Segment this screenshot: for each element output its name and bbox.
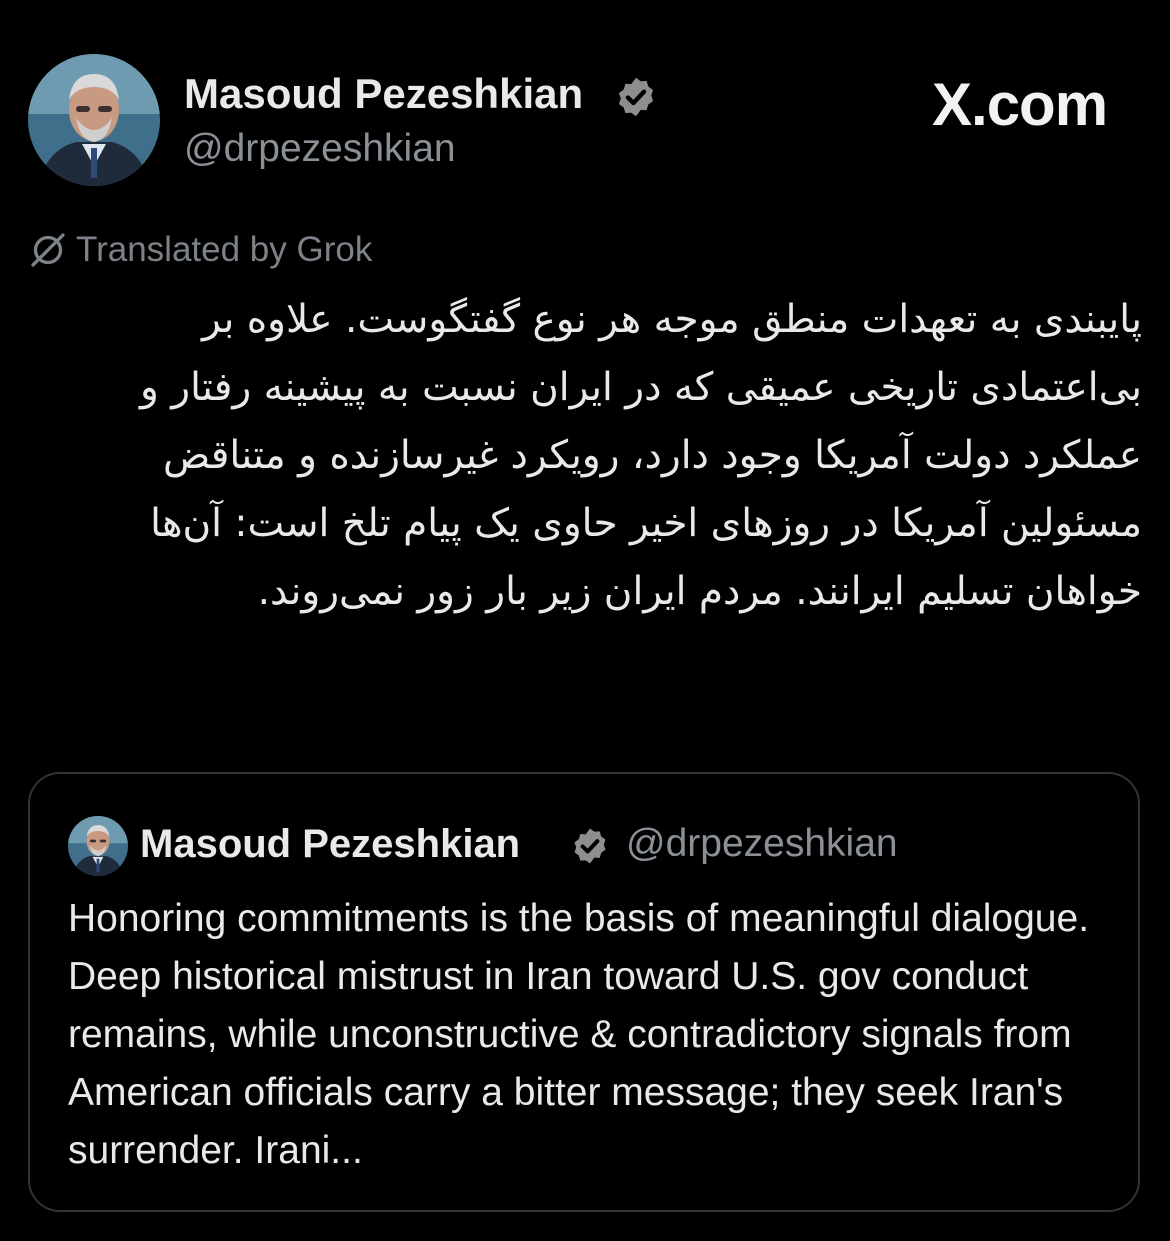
- quoted-author-avatar[interactable]: [68, 816, 128, 876]
- author-handle[interactable]: @drpezeshkian: [184, 126, 456, 172]
- quoted-tweet-card[interactable]: Masoud Pezeshkian @drpezeshkian Honoring…: [28, 772, 1140, 1212]
- quoted-tweet-text: Honoring commitments is the basis of mea…: [68, 897, 1090, 1172]
- quoted-author-handle[interactable]: @drpezeshkian: [626, 820, 898, 868]
- brand-logo: X.com: [932, 71, 1108, 138]
- author-name[interactable]: Masoud Pezeshkian: [184, 70, 583, 118]
- translate-icon: [31, 233, 65, 267]
- translation-note[interactable]: Translated by Grok: [28, 228, 372, 272]
- verified-badge-icon: [618, 77, 654, 117]
- author-avatar[interactable]: [28, 54, 160, 186]
- tweet-text: پایبندی به تعهدات منطق موجه هر نوع گفتگو…: [140, 297, 1142, 614]
- quoted-author-name[interactable]: Masoud Pezeshkian: [140, 820, 520, 868]
- profile-photo: [68, 816, 128, 876]
- profile-photo: [28, 54, 160, 186]
- translation-label: Translated by Grok: [76, 230, 373, 269]
- verified-badge-icon: [574, 828, 606, 864]
